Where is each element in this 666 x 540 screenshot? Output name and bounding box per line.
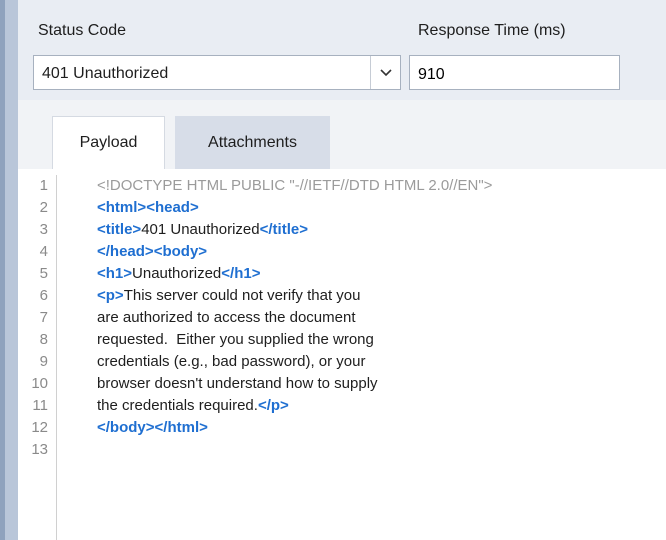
text-token: 401 Unauthorized bbox=[141, 221, 260, 238]
html-tag-token: <title> bbox=[97, 221, 142, 238]
code-text: requested. Either you supplied the wrong bbox=[97, 329, 374, 351]
line-number: 1 bbox=[39, 177, 48, 194]
code-text: <!DOCTYPE HTML PUBLIC "-//IETF//DTD HTML… bbox=[97, 175, 492, 197]
status-code-select[interactable]: 401 Unauthorized bbox=[33, 55, 401, 90]
text-token: browser doesn't understand how to supply bbox=[97, 375, 378, 392]
response-time-label: Response Time (ms) bbox=[418, 22, 566, 39]
html-tag-token: <body> bbox=[153, 243, 208, 260]
code-text: browser doesn't understand how to supply bbox=[97, 373, 378, 395]
text-token: are authorized to access the document bbox=[97, 309, 356, 326]
line-number: 8 bbox=[39, 331, 48, 348]
tab-attachments[interactable]: Attachments bbox=[175, 116, 330, 169]
text-token: credentials (e.g., bad password), or you… bbox=[97, 353, 366, 370]
html-tag-token: </title> bbox=[259, 221, 308, 238]
line-number: 6 bbox=[39, 287, 48, 304]
doctype-token: <!DOCTYPE HTML PUBLIC "-//IETF//DTD HTML… bbox=[97, 177, 493, 194]
html-tag-token: <p> bbox=[97, 287, 124, 304]
line-number: 12 bbox=[31, 419, 48, 436]
code-text: credentials (e.g., bad password), or you… bbox=[97, 351, 365, 373]
code-text: the credentials required.</p> bbox=[97, 395, 289, 417]
chevron-down-icon[interactable] bbox=[370, 56, 400, 89]
html-tag-token: </h1> bbox=[221, 265, 261, 282]
tab-payload[interactable]: Payload bbox=[52, 116, 165, 169]
tab-strip: Payload Attachments bbox=[18, 100, 666, 169]
html-tag-token: </p> bbox=[257, 397, 289, 414]
code-text: <html><head> bbox=[97, 197, 199, 219]
line-number: 7 bbox=[39, 309, 48, 326]
code-text: </body></html> bbox=[97, 417, 208, 439]
line-number: 4 bbox=[39, 243, 48, 260]
html-tag-token: <h1> bbox=[97, 265, 133, 282]
html-tag-token: <head> bbox=[146, 199, 199, 216]
status-code-value: 401 Unauthorized bbox=[42, 65, 169, 82]
line-number: 5 bbox=[39, 265, 48, 282]
chevron-down-icon-glyph bbox=[379, 68, 392, 76]
window-left-border bbox=[0, 0, 5, 540]
code-text: </head><body> bbox=[97, 241, 207, 263]
line-number: 11 bbox=[32, 397, 48, 414]
line-number: 2 bbox=[39, 199, 48, 216]
text-token: Unauthorized bbox=[132, 265, 222, 282]
line-number: 13 bbox=[31, 441, 48, 458]
html-tag-token: </head> bbox=[97, 243, 154, 260]
code-text: <title>401 Unauthorized</title> bbox=[97, 219, 308, 241]
html-tag-token: </html> bbox=[154, 419, 208, 436]
text-token: requested. Either you supplied the wrong bbox=[97, 331, 374, 348]
line-number: 3 bbox=[39, 221, 48, 238]
html-tag-token: <html> bbox=[97, 199, 147, 216]
line-number: 9 bbox=[39, 353, 48, 370]
status-code-label: Status Code bbox=[38, 22, 127, 39]
text-token: This server could not verify that you bbox=[123, 287, 361, 304]
response-time-input[interactable] bbox=[409, 55, 620, 90]
code-text: <p>This server could not verify that you bbox=[97, 285, 360, 307]
line-number: 10 bbox=[31, 375, 48, 392]
text-token: the credentials required. bbox=[97, 397, 258, 414]
html-tag-token: </body> bbox=[97, 419, 155, 436]
payload-code-editor[interactable]: 1 <!DOCTYPE HTML PUBLIC "-//IETF//DTD HTM… bbox=[18, 169, 666, 540]
code-text: are authorized to access the document bbox=[97, 307, 356, 329]
gutter-divider bbox=[56, 175, 57, 540]
code-text: <h1>Unauthorized</h1> bbox=[97, 263, 260, 285]
window-left-strip bbox=[0, 0, 18, 540]
